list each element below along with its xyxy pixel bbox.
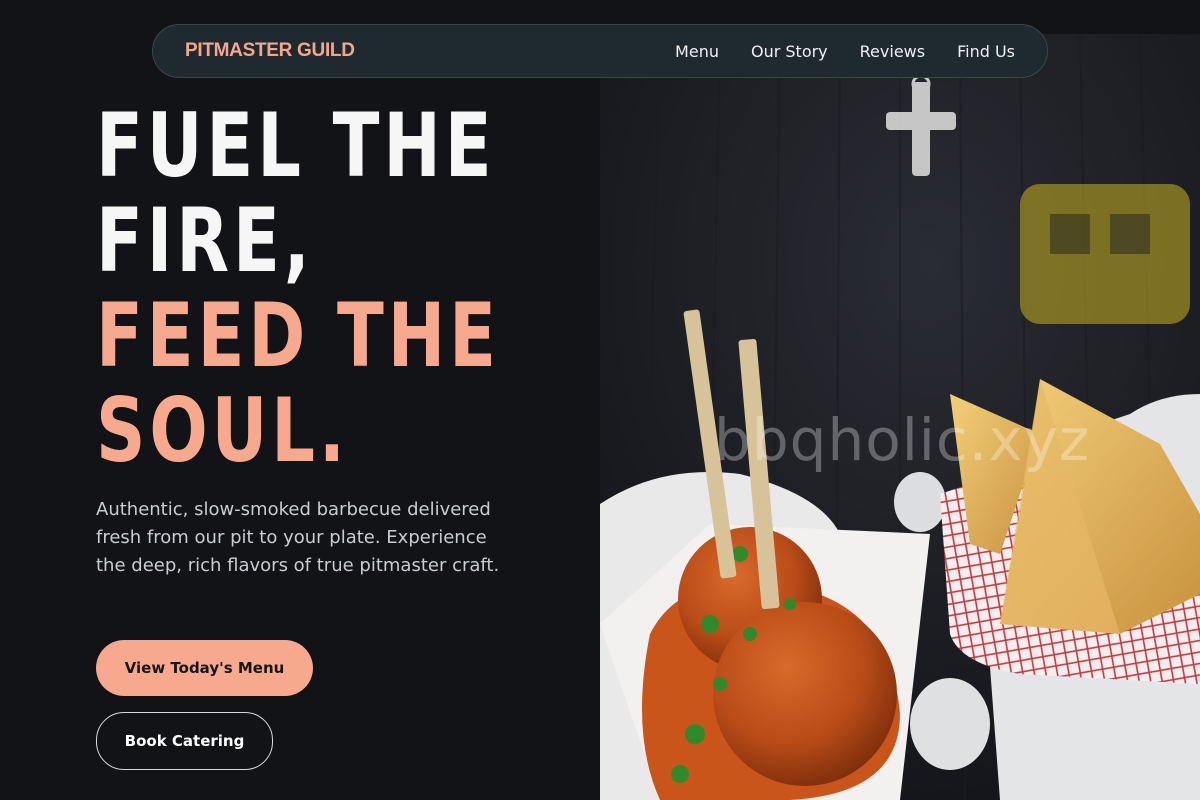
hero-headline: FUEL THE FIRE, FEED THE SOUL. xyxy=(96,98,500,478)
book-catering-button[interactable]: Book Catering xyxy=(96,712,273,770)
nav-link-menu[interactable]: Menu xyxy=(675,42,719,61)
headline-line-2: FIRE, xyxy=(96,189,314,292)
photo-watermark: bbqholic.xyz xyxy=(714,406,1091,474)
headline-line-4: SOUL. xyxy=(96,379,349,482)
nav-link-find-us[interactable]: Find Us xyxy=(957,42,1015,61)
top-nav: PITMASTER GUILD Menu Our Story Reviews F… xyxy=(152,24,1048,78)
nav-link-reviews[interactable]: Reviews xyxy=(860,42,925,61)
nav-links: Menu Our Story Reviews Find Us xyxy=(675,42,1015,61)
headline-line-3: FEED THE xyxy=(96,284,500,387)
brand-logo[interactable]: PITMASTER GUILD xyxy=(185,40,355,62)
nav-link-our-story[interactable]: Our Story xyxy=(751,42,828,61)
headline-line-1: FUEL THE xyxy=(96,94,496,197)
hero-photo: bbqholic.xyz xyxy=(600,34,1200,800)
view-menu-button[interactable]: View Today's Menu xyxy=(96,640,313,696)
hero-subcopy: Authentic, slow-smoked barbecue delivere… xyxy=(96,499,500,576)
